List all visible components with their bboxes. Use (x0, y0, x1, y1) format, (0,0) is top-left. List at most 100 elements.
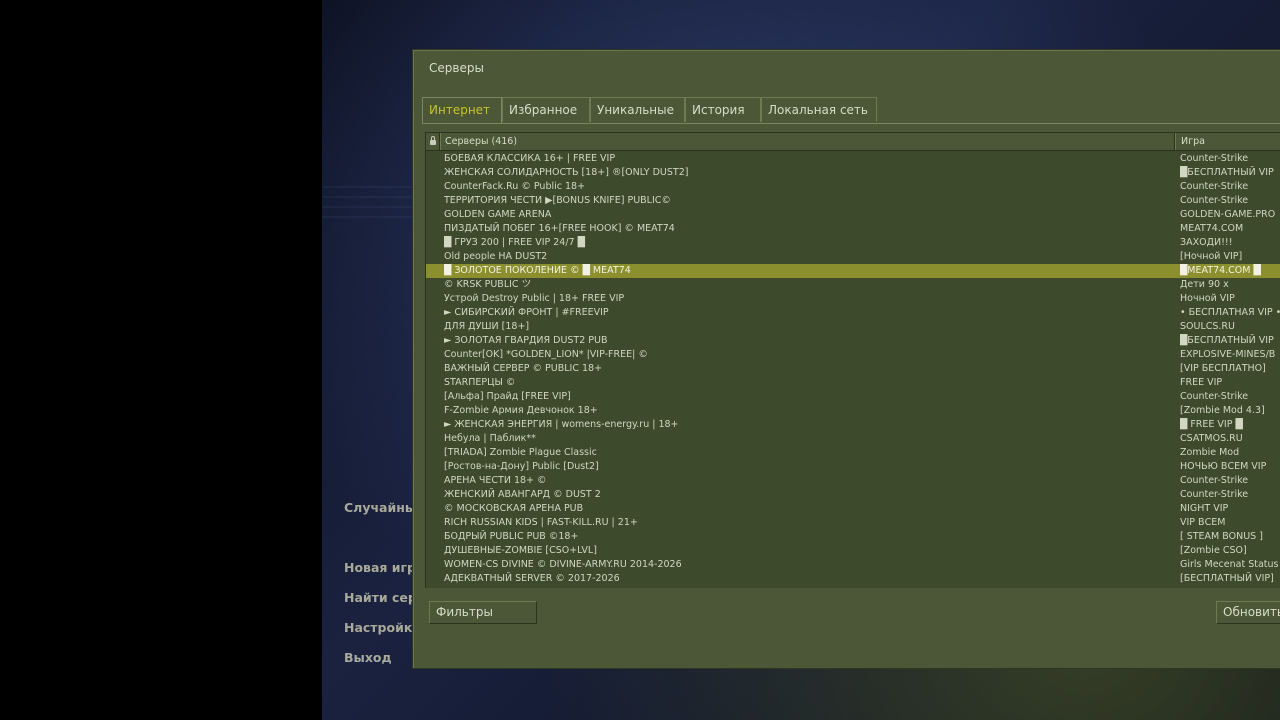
refresh-button[interactable]: Обновить (1216, 601, 1280, 624)
table-row[interactable]: STARПЕРЦЫ © FREE VIP (426, 376, 1280, 390)
table-row[interactable]: БОЕВАЯ КЛАССИКА 16+ | FREE VIP Counter-St… (426, 152, 1280, 166)
table-row[interactable]: ВАЖНЫЙ СЕРВЕР © PUBLIC 18+ [VIP БЕСПЛАТНО… (426, 362, 1280, 376)
servers-panel: Серверы (416) Игра БОЕВАЯ КЛАССИКА 16+ |… (422, 123, 1280, 594)
server-name: Counter[OK] *GOLDEN_LION* |VIP-FREE| © (444, 349, 648, 360)
server-name: АРЕНА ЧЕСТИ 18+ © (444, 475, 547, 486)
table-row[interactable]: © МОСКОВСКАЯ АРЕНА PUB NIGHT VIP (426, 502, 1280, 516)
server-game: Counter-Strike (1180, 153, 1249, 164)
server-game: [Ночной VIP] (1180, 251, 1243, 262)
server-game: НОЧЬЮ ВСЕМ VIP (1180, 461, 1267, 472)
server-game: █ FREE VIP █ (1180, 419, 1243, 430)
server-game: █БЕСПЛАТНЫЙ VIP (1180, 335, 1274, 346)
table-row[interactable]: БОДРЫЙ PUBLIC PUB ©18+ [ STEAM BONUS ] (426, 530, 1280, 544)
server-name: ДУШЕВНЫЕ-ZOMBIE [CSO+LVL] (444, 545, 597, 556)
table-row[interactable]: [TRIADA] Zombie Plague Classic Zombie Mod (426, 446, 1280, 460)
server-name: [Ростов-на-Дону] Public [Dust2] (444, 461, 599, 472)
server-name: © KRSK PUBLIC ツ (444, 279, 532, 290)
server-name: █ ЗОЛОТОЕ ПОКОЛЕНИЕ © █ MEAT74 (444, 265, 631, 276)
table-row[interactable]: ► СИБИРСКИЙ ФРОНТ | #FREEVIP • БЕСПЛАТНАЯ… (426, 306, 1280, 320)
server-game: █БЕСПЛАТНЫЙ VIP (1180, 167, 1274, 178)
tab-lan[interactable]: Локальная сеть (761, 97, 877, 122)
table-row[interactable]: [Альфа] Прайд [FREE VIP] Counter-Strike (426, 390, 1280, 404)
server-name: RICH RUSSIAN KIDS | FAST-KILL.RU | 21+ (444, 517, 638, 528)
server-game: Counter-Strike (1180, 489, 1249, 500)
server-game: Girls Mecenat Status (1180, 559, 1279, 570)
table-row[interactable]: ► ЗОЛОТАЯ ГВАРДИЯ DUST2 PUB █БЕСПЛАТНЫЙ V… (426, 334, 1280, 348)
server-game: ЗАХОДИ!!! (1180, 237, 1233, 248)
server-name: ВАЖНЫЙ СЕРВЕР © PUBLIC 18+ (444, 363, 603, 374)
server-game: [Zombie Mod 4.3] (1180, 405, 1265, 416)
tab-history[interactable]: История (685, 97, 761, 122)
server-name: АДЕКВАТНЫЙ SERVER © 2017-2026 (444, 573, 620, 584)
server-game: NIGHT VIP (1180, 503, 1229, 514)
table-row[interactable]: RICH RUSSIAN KIDS | FAST-KILL.RU | 21+ VI… (426, 516, 1280, 530)
tab-unique[interactable]: Уникальные (590, 97, 685, 122)
server-game: [ STEAM BONUS ] (1180, 531, 1263, 542)
server-game: Counter-Strike (1180, 195, 1249, 206)
table-row[interactable]: ПИЗДАТЫЙ ПОБЕГ 16+[FREE HOOK] © MEAT74 ME… (426, 222, 1280, 236)
server-name: WOMEN-CS DIVINE © DIVINE-ARMY.RU 2014-20… (444, 559, 682, 570)
table-row[interactable]: F-Zombie Армия Девчонок 18+ [Zombie Mod 4… (426, 404, 1280, 418)
server-game: Counter-Strike (1180, 181, 1249, 192)
table-row[interactable]: Counter[OK] *GOLDEN_LION* |VIP-FREE| © EX… (426, 348, 1280, 362)
table-row[interactable]: Old people НА DUST2 [Ночной VIP] (426, 250, 1280, 264)
table-row[interactable]: АРЕНА ЧЕСТИ 18+ © Counter-Strike (426, 474, 1280, 488)
table-row[interactable]: © KRSK PUBLIC ツ Дети 90 х (426, 278, 1280, 292)
table-row[interactable]: [Ростов-на-Дону] Public [Dust2] НОЧЬЮ ВСЕ… (426, 460, 1280, 474)
server-game: • БЕСПЛАТНАЯ VIP • (1180, 307, 1280, 318)
server-list[interactable]: Серверы (416) Игра БОЕВАЯ КЛАССИКА 16+ |… (425, 132, 1280, 588)
menu-item-exit[interactable]: Выход (344, 650, 392, 665)
list-header: Серверы (416) Игра (426, 133, 1280, 151)
table-row[interactable]: ЖЕНСКАЯ СОЛИДАРНОСТЬ [18+] ®[ONLY DUST2]… (426, 166, 1280, 180)
server-game: GOLDEN-GAME.PRO (1180, 209, 1276, 220)
server-name: GOLDEN GAME ARENA (444, 209, 552, 220)
server-name: Устрой Destroy Public | 18+ FREE VIP (444, 293, 625, 304)
server-game: Ночной VIP (1180, 293, 1235, 304)
table-row[interactable]: ДУШЕВНЫЕ-ZOMBIE [CSO+LVL] [Zombie CSO] (426, 544, 1280, 558)
server-game: CSATMOS.RU (1180, 433, 1243, 444)
menu-item-settings[interactable]: Настройки (344, 620, 421, 635)
column-header-servers[interactable]: Серверы (416) (440, 133, 1175, 150)
server-name: БОЕВАЯ КЛАССИКА 16+ | FREE VIP (444, 153, 616, 164)
dialog-title[interactable]: Серверы (429, 61, 484, 75)
table-row[interactable]: Устрой Destroy Public | 18+ FREE VIP Ночн… (426, 292, 1280, 306)
server-name: [Альфа] Прайд [FREE VIP] (444, 391, 571, 402)
server-name: STARПЕРЦЫ © (444, 377, 516, 388)
table-row[interactable]: CounterFack.Ru © Public 18+ Counter-Strik… (426, 180, 1280, 194)
server-name: █ ГРУЗ 200 | FREE VIP 24/7 █ (444, 237, 585, 248)
server-game: SOULCS.RU (1180, 321, 1235, 332)
table-row[interactable]: ► ЖЕНСКАЯ ЭНЕРГИЯ | womens-energy.ru | 1… (426, 418, 1280, 432)
server-name: ► ЖЕНСКАЯ ЭНЕРГИЯ | womens-energy.ru | 1… (444, 419, 679, 430)
server-name: Небула | Паблик** (444, 433, 536, 444)
column-header-game[interactable]: Игра (1175, 133, 1280, 150)
server-game: [Zombie CSO] (1180, 545, 1247, 556)
filters-button[interactable]: Фильтры (429, 601, 537, 624)
table-row[interactable]: █ ГРУЗ 200 | FREE VIP 24/7 █ ЗАХОДИ!!! (426, 236, 1280, 250)
table-row[interactable]: █ ЗОЛОТОЕ ПОКОЛЕНИЕ © █ MEAT74 █MEAT74.CO… (426, 264, 1280, 278)
servers-dialog: Серверы Интернет Избранное Уникальные Ис… (413, 50, 1280, 668)
table-row[interactable]: Небула | Паблик** CSATMOS.RU (426, 432, 1280, 446)
server-name: © МОСКОВСКАЯ АРЕНА PUB (444, 503, 584, 514)
tab-internet[interactable]: Интернет (422, 97, 502, 124)
table-row[interactable]: ЖЕНСКИЙ АВАНГАРД © DUST 2 Counter-Strike (426, 488, 1280, 502)
table-row[interactable]: ДЛЯ ДУШИ [18+] SOULCS.RU (426, 320, 1280, 334)
server-game: [БЕСПЛАТНЫЙ VIP] (1180, 573, 1274, 584)
server-game: Дети 90 х (1180, 279, 1229, 290)
table-row[interactable]: WOMEN-CS DIVINE © DIVINE-ARMY.RU 2014-20… (426, 558, 1280, 572)
table-row[interactable]: ТЕРРИТОРИЯ ЧЕСТИ ▶[BONUS KNIFE] PUBLIC© C… (426, 194, 1280, 208)
tab-favorites[interactable]: Избранное (502, 97, 590, 122)
column-header-lock[interactable] (426, 133, 440, 150)
server-name: БОДРЫЙ PUBLIC PUB ©18+ (444, 531, 579, 542)
lock-icon (429, 136, 436, 145)
server-game: VIP ВСЕМ (1180, 517, 1226, 528)
server-rows: БОЕВАЯ КЛАССИКА 16+ | FREE VIP Counter-St… (426, 152, 1280, 586)
table-row[interactable]: GOLDEN GAME ARENA GOLDEN-GAME.PRO (426, 208, 1280, 222)
server-name: CounterFack.Ru © Public 18+ (444, 181, 586, 192)
server-game: █MEAT74.COM █ (1180, 265, 1261, 276)
server-name: ЖЕНСКАЯ СОЛИДАРНОСТЬ [18+] ®[ONLY DUST2] (444, 167, 689, 178)
server-name: ЖЕНСКИЙ АВАНГАРД © DUST 2 (444, 489, 601, 500)
table-row[interactable]: АДЕКВАТНЫЙ SERVER © 2017-2026 [БЕСПЛАТНЫЙ… (426, 572, 1280, 586)
background-left (0, 0, 322, 720)
server-game: FREE VIP (1180, 377, 1223, 388)
server-game: Counter-Strike (1180, 391, 1249, 402)
